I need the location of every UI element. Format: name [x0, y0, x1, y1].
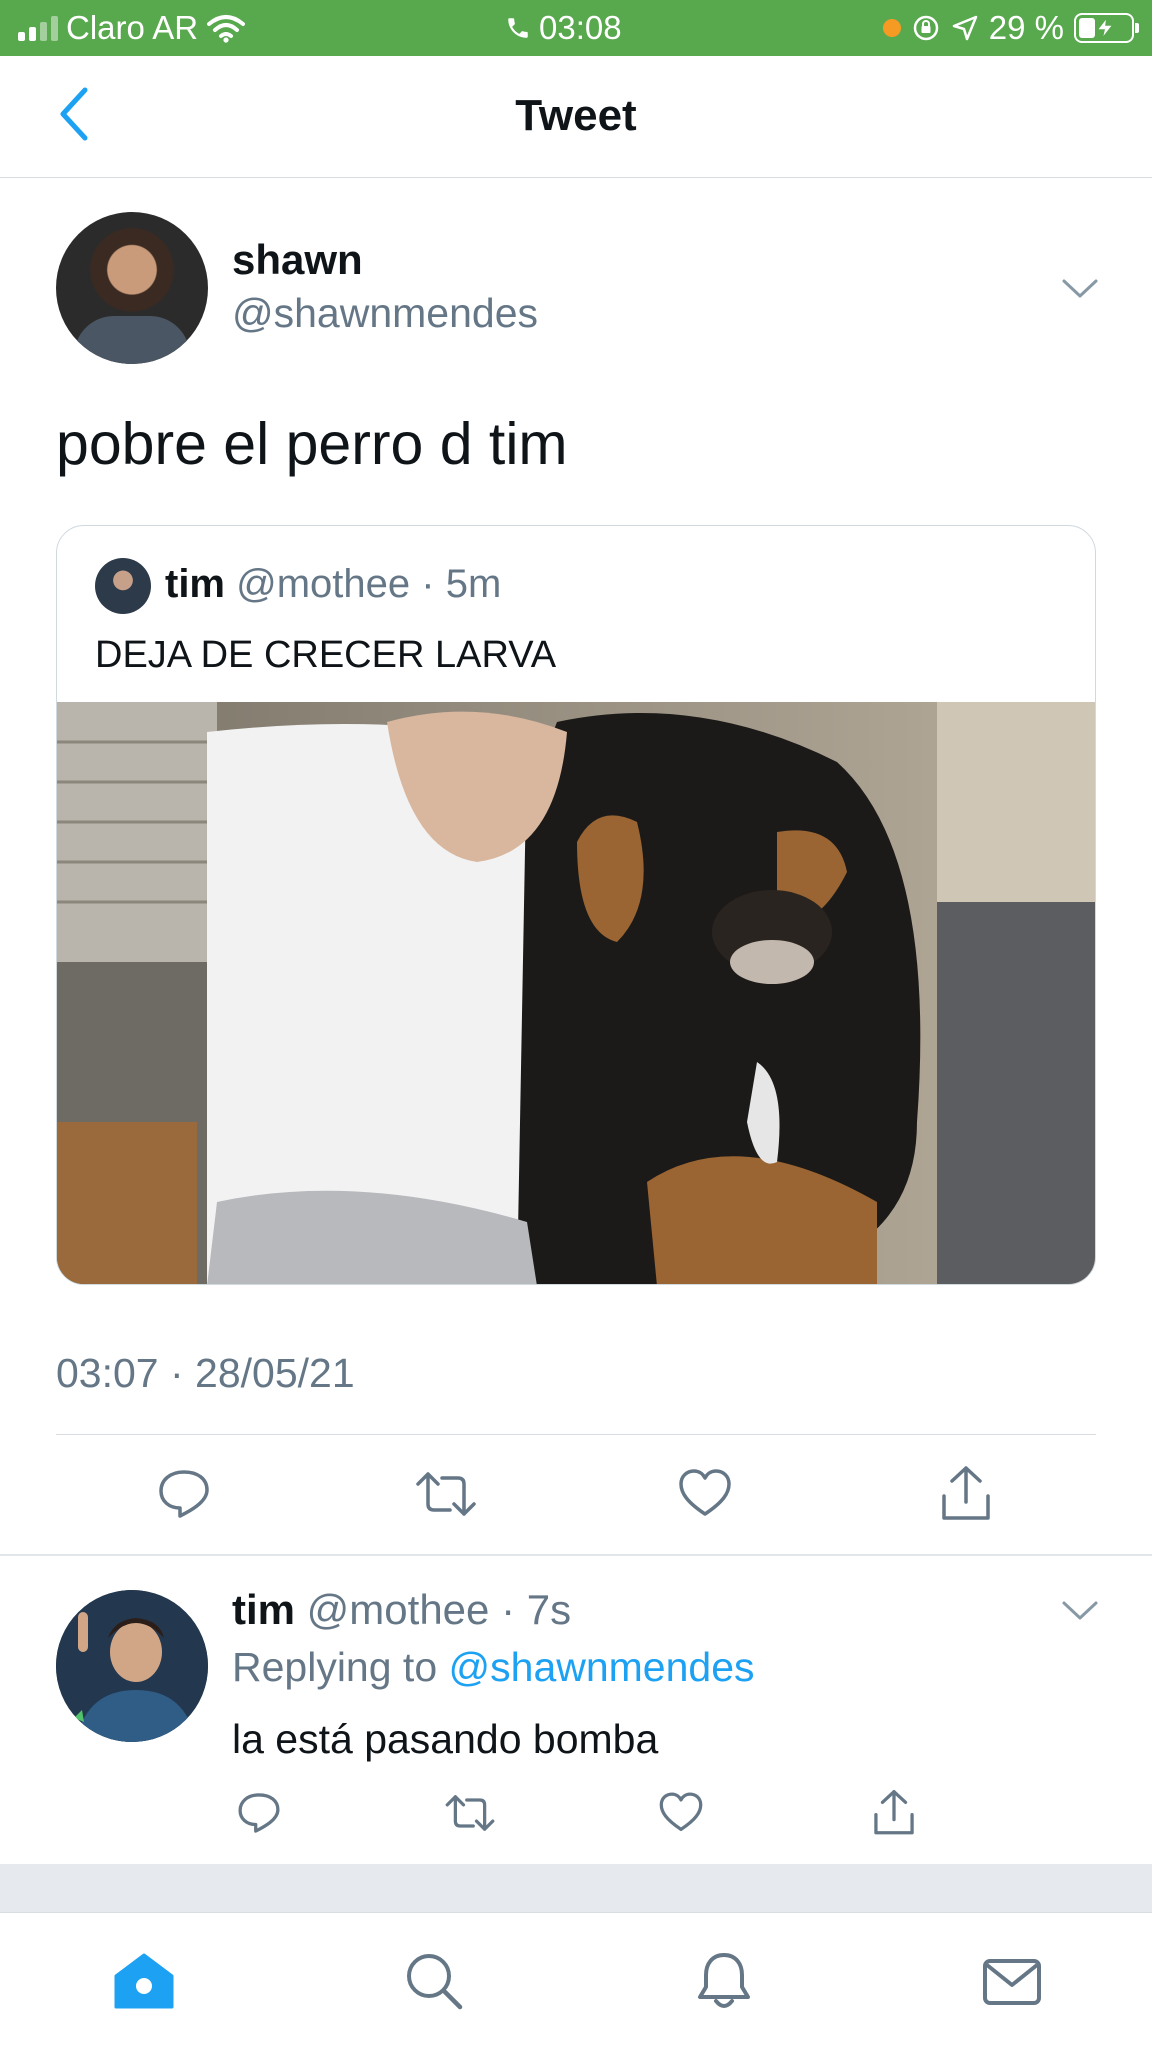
author-avatar[interactable]: [56, 212, 208, 364]
replying-to-label: Replying to: [232, 1644, 449, 1690]
reply-text: la está pasando bomba: [232, 1716, 659, 1762]
section-divider: [0, 1554, 1152, 1556]
replying-to-mention[interactable]: @shawnmendes: [449, 1644, 755, 1690]
divider: [56, 1434, 1096, 1435]
quoted-author-meta: @mothee · 5m: [236, 562, 502, 606]
reply-icon[interactable]: [156, 1466, 212, 1522]
clock-time: 03:08: [539, 9, 622, 46]
home-icon[interactable]: [112, 1949, 176, 2013]
signal-strength-icon: [18, 15, 58, 41]
reply-share-icon[interactable]: [871, 1788, 917, 1838]
reply-avatar-photo: [56, 1590, 208, 1742]
baby-and-dog-photo: [57, 702, 1095, 1284]
reply-author-meta: @mothee · 7s: [306, 1586, 572, 1633]
carrier-label: Claro AR: [66, 9, 199, 46]
charging-bolt-icon: [1095, 16, 1115, 40]
reply-author-avatar[interactable]: [56, 1590, 208, 1742]
search-icon[interactable]: [402, 1949, 466, 2013]
share-icon[interactable]: [938, 1464, 994, 1524]
messages-icon[interactable]: [980, 1949, 1044, 2013]
quoted-tweet-card[interactable]: tim @mothee · 5m DEJA DE CRECER LARVA: [56, 525, 1096, 1285]
retweet-icon[interactable]: [414, 1466, 478, 1522]
reply-retweet-icon[interactable]: [444, 1790, 496, 1836]
battery-percent: 29 %: [988, 9, 1064, 46]
privacy-indicator-icon: [882, 19, 901, 37]
status-bar: Claro AR 03:08 29 %: [0, 0, 1152, 56]
reply-header: tim @mothee · 7s: [232, 1586, 571, 1634]
battery-icon: [1074, 13, 1139, 43]
tweet-timestamp: 03:07 · 28/05/21: [56, 1350, 355, 1396]
quoted-avatar: [95, 558, 151, 614]
quoted-tweet-text: DEJA DE CRECER LARVA: [95, 634, 557, 676]
like-icon[interactable]: [677, 1466, 733, 1522]
quoted-author-name: tim: [165, 562, 225, 606]
quoted-header: tim @mothee · 5m: [165, 562, 501, 607]
replying-to: Replying to @shawnmendes: [232, 1644, 755, 1691]
rotation-lock-icon: [913, 15, 939, 41]
reply-reply-icon[interactable]: [236, 1790, 282, 1836]
feed-separator: [0, 1864, 1152, 1912]
status-center: 03:08: [505, 9, 622, 47]
reply-chevron-down-icon[interactable]: [1058, 1588, 1102, 1632]
status-left: Claro AR: [18, 9, 246, 47]
notifications-icon[interactable]: [692, 1949, 756, 2013]
author-handle[interactable]: @shawnmendes: [232, 290, 538, 337]
wifi-icon: [207, 15, 246, 43]
tab-bar: [0, 1912, 1152, 2048]
quoted-media-image[interactable]: [57, 702, 1095, 1284]
author-name[interactable]: shawn: [232, 236, 363, 284]
tweet-text: pobre el perro d tim: [56, 411, 568, 477]
location-arrow-icon: [952, 15, 978, 41]
phone-call-icon: [508, 18, 528, 38]
chevron-down-icon[interactable]: [1058, 266, 1102, 310]
status-right: 29 %: [882, 9, 1139, 47]
nav-bar: Tweet: [0, 56, 1152, 178]
reply-like-icon[interactable]: [658, 1790, 704, 1836]
reply-author-name[interactable]: tim: [232, 1586, 295, 1633]
page-title: Tweet: [515, 91, 637, 140]
